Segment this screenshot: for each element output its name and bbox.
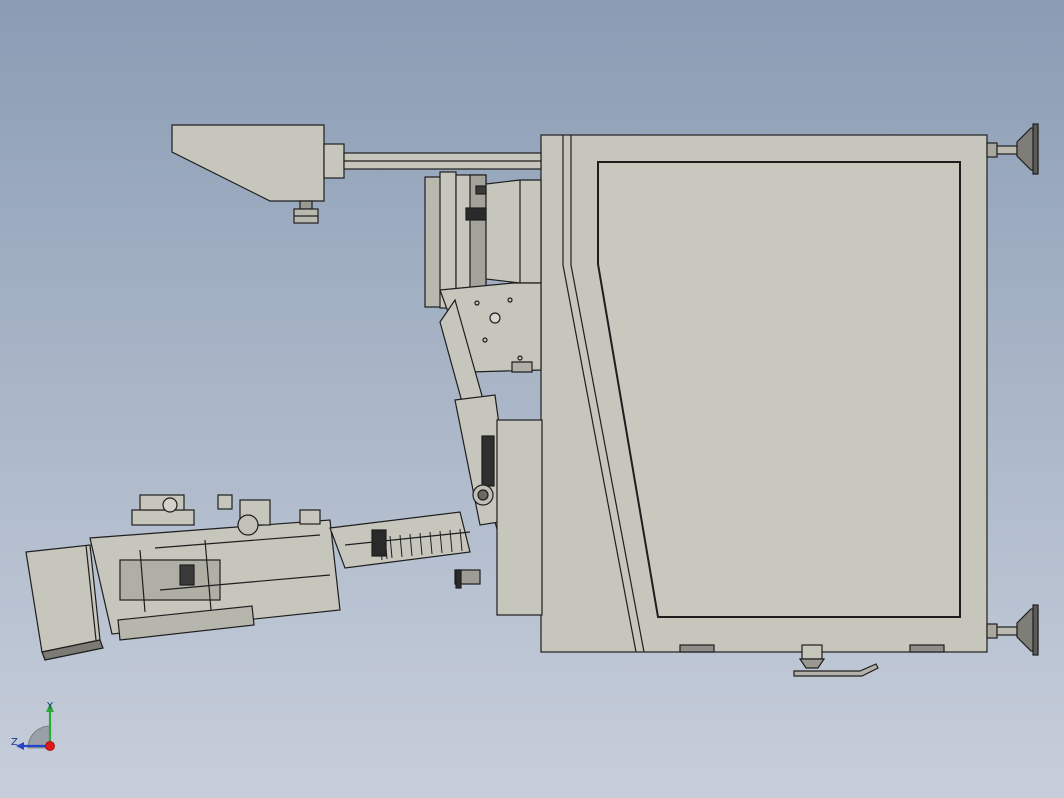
cad-viewport[interactable]: Y Z (0, 0, 1064, 798)
view-triad[interactable]: Y Z (11, 701, 55, 751)
linear-actuator[interactable] (89, 494, 341, 641)
triad-origin (45, 741, 55, 751)
y-axis-label: Y (46, 701, 54, 712)
cad-model-view[interactable]: Y Z (0, 0, 1064, 798)
stepper-motor[interactable] (25, 544, 104, 661)
ball-screw-spring[interactable] (329, 511, 481, 589)
leveling-foot-bottom (986, 604, 1039, 656)
z-axis-label: Z (11, 737, 18, 748)
main-cabinet[interactable] (540, 134, 988, 653)
leveling-foot-top (986, 123, 1039, 175)
